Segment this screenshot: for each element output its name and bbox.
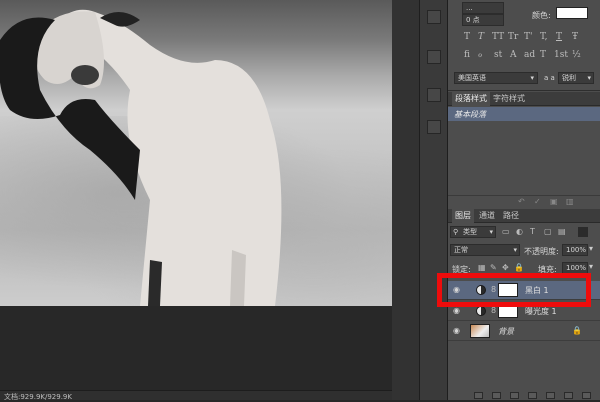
tab-channels[interactable]: 通道: [476, 209, 498, 223]
lock-image-icon[interactable]: ✎: [490, 263, 497, 272]
commit-icon[interactable]: ✓: [534, 197, 541, 206]
horse-image: [0, 9, 282, 306]
highlight-box: [437, 273, 591, 307]
clone-panel-icon[interactable]: [427, 120, 441, 134]
ligature-button[interactable]: fi: [464, 50, 470, 60]
chevron-down-icon[interactable]: ▾: [589, 244, 593, 253]
status-bar: 文档:929.9K/929.9K: [0, 390, 420, 401]
smart-object-filter-icon[interactable]: ▤: [558, 227, 566, 236]
style-item-label: 基本段落: [454, 110, 486, 119]
lock-transparent-icon[interactable]: ▦: [478, 263, 486, 272]
fraction-button[interactable]: ½: [572, 50, 581, 60]
small-caps-button[interactable]: Tr: [508, 32, 518, 42]
chevron-down-icon: ▾: [489, 228, 493, 236]
link-icon: 8: [491, 306, 497, 315]
search-icon: ⚲: [453, 228, 459, 236]
type-style-row: T T TT Tr T' T, T Ŧ: [448, 32, 600, 44]
new-group-icon[interactable]: [546, 392, 555, 399]
paragraph-styles-footer: ↶ ✓ ▣ ▥: [448, 195, 600, 207]
filter-icons: ▭ ◐ T ▢ ▤: [502, 227, 592, 237]
link-layers-icon[interactable]: [474, 392, 483, 399]
adjustment-layer-icon: [476, 306, 486, 316]
stylistic-button[interactable]: ad: [524, 50, 535, 60]
canvas-area[interactable]: 文档:929.9K/929.9K: [0, 0, 420, 401]
tab-paragraph-styles[interactable]: 段落样式: [452, 92, 490, 106]
chevron-down-icon: ▾: [530, 74, 534, 82]
document-size-text: 文档:929.9K/929.9K: [4, 393, 72, 401]
chevron-down-icon: ▾: [587, 74, 591, 82]
underline-button[interactable]: T: [556, 32, 562, 42]
layer-name: 曝光度 1: [525, 307, 557, 316]
new-style-icon[interactable]: ▣: [550, 197, 558, 206]
paragraph-panel-icon[interactable]: [427, 50, 441, 64]
color-label: 颜色:: [532, 11, 551, 20]
panel-divider: [448, 90, 600, 91]
ordinal-button[interactable]: 1st: [554, 50, 568, 60]
tab-character-styles[interactable]: 字符样式: [490, 92, 528, 106]
swash-button[interactable]: A: [510, 50, 517, 60]
titling-button[interactable]: T: [540, 50, 546, 60]
tab-layers[interactable]: 图层: [452, 209, 474, 223]
horse-photo[interactable]: [0, 0, 392, 306]
opacity-label: 不透明度:: [524, 247, 559, 256]
text-color-swatch[interactable]: [556, 7, 588, 19]
undo-icon[interactable]: ↶: [518, 197, 525, 206]
shape-filter-icon[interactable]: ▢: [544, 227, 552, 236]
lock-position-icon[interactable]: ✥: [502, 263, 509, 272]
chevron-down-icon[interactable]: ▾: [589, 262, 593, 271]
delete-icon[interactable]: ▥: [566, 197, 574, 206]
type-filter-icon[interactable]: T: [530, 227, 535, 236]
adjustment-filter-icon[interactable]: ◐: [516, 227, 523, 236]
character-panel-icon[interactable]: [427, 10, 441, 24]
lock-all-icon[interactable]: 🔒: [514, 263, 524, 272]
new-layer-icon[interactable]: [564, 392, 573, 399]
new-adjustment-icon[interactable]: [528, 392, 537, 399]
opacity-field[interactable]: 100%: [562, 244, 588, 256]
language-select[interactable]: 美国英语 ▾: [454, 72, 538, 84]
style-item-selected[interactable]: 基本段落: [448, 107, 600, 121]
anti-alias-icon: a a: [544, 74, 555, 82]
opentype-row: fi ℴ st A ad T 1st ½: [448, 50, 600, 62]
brush-panel-icon[interactable]: [427, 88, 441, 102]
all-caps-button[interactable]: TT: [492, 32, 504, 42]
fx-icon[interactable]: [492, 392, 501, 399]
chevron-down-icon: ▾: [513, 246, 517, 254]
tab-paths[interactable]: 路径: [500, 209, 522, 223]
baseline-shift-field[interactable]: 0 点: [462, 14, 504, 26]
eye-icon[interactable]: ◉: [453, 327, 463, 335]
eye-icon[interactable]: ◉: [453, 307, 463, 315]
subscript-button[interactable]: T,: [540, 32, 548, 42]
paragraph-styles-tabbar: 段落样式 字符样式: [448, 92, 600, 106]
leading-field[interactable]: ...: [462, 2, 504, 14]
faux-bold-button[interactable]: T: [464, 32, 470, 42]
layer-name: 背景: [498, 327, 514, 336]
right-panel: ... 0 点 颜色: T T TT Tr T' T, T Ŧ fi ℴ st …: [448, 0, 600, 400]
background-thumbnail[interactable]: [470, 324, 490, 338]
contextual-button[interactable]: ℴ: [478, 50, 482, 60]
blend-mode-value: 正常: [454, 246, 468, 254]
lock-icon: 🔒: [572, 326, 582, 335]
add-mask-icon[interactable]: [510, 392, 519, 399]
anti-alias-select[interactable]: 锐利 ▾: [558, 72, 594, 84]
anti-alias-select-value: 锐利: [562, 74, 576, 82]
canvas-scroll-strip: [392, 0, 420, 400]
layers-tabbar: 图层 通道 路径: [448, 209, 600, 223]
blend-mode-select[interactable]: 正常 ▾: [450, 244, 520, 256]
strikethrough-button[interactable]: Ŧ: [572, 32, 578, 42]
filter-kind-value: 类型: [463, 228, 477, 236]
delete-layer-icon[interactable]: [582, 392, 591, 399]
layer-row-background[interactable]: ◉ 背景 🔒: [448, 322, 600, 341]
panel-icon-strip: [420, 0, 448, 400]
discretionary-ligature-button[interactable]: st: [494, 50, 502, 60]
faux-italic-button[interactable]: T: [478, 32, 484, 42]
language-select-value: 美国英语: [458, 74, 486, 82]
superscript-button[interactable]: T': [524, 32, 532, 42]
pixel-filter-icon[interactable]: ▭: [502, 227, 510, 236]
filter-toggle[interactable]: [578, 227, 588, 237]
filter-kind-select[interactable]: ⚲ 类型 ▾: [450, 226, 496, 238]
